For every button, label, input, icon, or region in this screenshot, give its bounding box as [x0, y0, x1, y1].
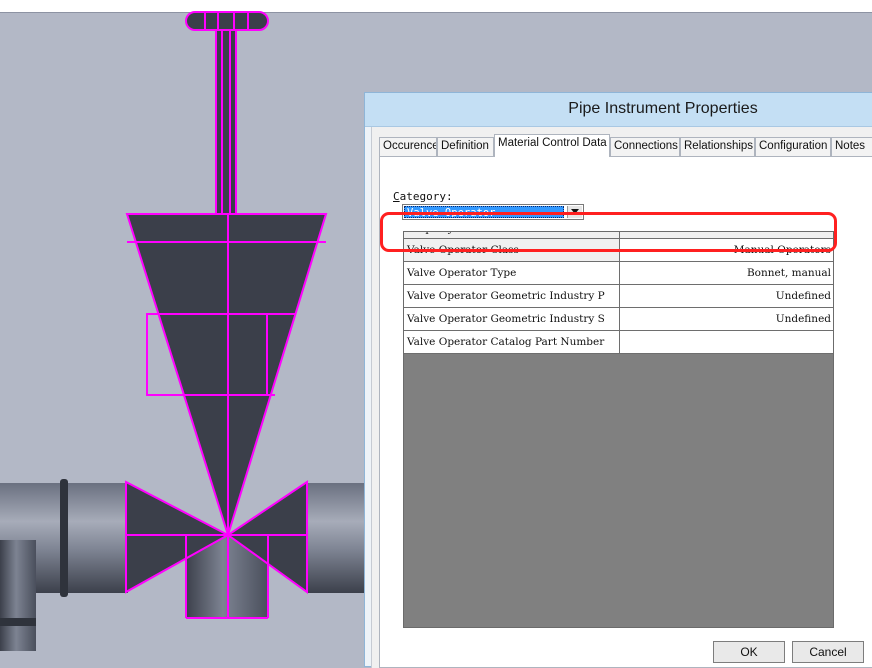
property-value[interactable]: Bonnet, manual [619, 262, 833, 284]
pipe-instrument-properties-dialog: Pipe Instrument Properties Occurence Def… [364, 92, 872, 668]
property-value[interactable]: Undefined [619, 285, 833, 307]
dropdown-arrow-icon[interactable] [567, 206, 582, 218]
left-pipe-flange [60, 479, 68, 597]
tab-definition[interactable]: Definition [437, 137, 494, 156]
property-value[interactable]: Manual Operators [619, 239, 833, 261]
dialog-client-area: Occurence Definition Material Control Da… [371, 127, 872, 668]
tab-notes[interactable]: Notes [831, 137, 872, 156]
left-elbow [0, 540, 36, 651]
category-label: Category: [393, 190, 453, 203]
table-row[interactable]: Valve Operator Geometric Industry S Unde… [404, 308, 833, 331]
tab-material-control-data[interactable]: Material Control Data [494, 134, 610, 157]
property-name: Valve Operator Geometric Industry P [407, 290, 605, 302]
table-row[interactable]: Valve Operator Class Manual Operators [404, 239, 833, 262]
dialog-title: Pipe Instrument Properties [568, 100, 758, 117]
property-name: Valve Operator Geometric Industry S [407, 313, 605, 325]
table-row[interactable]: Valve Operator Catalog Part Number [404, 331, 833, 354]
tab-connections[interactable]: Connections [610, 137, 680, 156]
tab-configuration[interactable]: Configuration [755, 137, 831, 156]
cancel-button[interactable]: Cancel [792, 641, 864, 663]
property-name: Valve Operator Catalog Part Number [407, 336, 605, 348]
property-name: Valve Operator Class [407, 244, 519, 256]
material-control-data-page: Category: Valve Operator Property Value … [379, 156, 872, 668]
elbow-ring [0, 618, 36, 626]
tab-strip: Occurence Definition Material Control Da… [379, 134, 872, 157]
tab-relationships[interactable]: Relationships [680, 137, 755, 156]
category-dropdown[interactable]: Valve Operator [402, 204, 584, 220]
property-grid: Property Value Valve Operator Class Manu… [403, 231, 834, 628]
category-selected-value: Valve Operator [404, 206, 564, 218]
valve-stem [216, 26, 236, 214]
property-name: Valve Operator Type [407, 267, 517, 279]
grid-header-row: Property Value [404, 232, 833, 240]
property-value[interactable] [619, 331, 833, 353]
property-value[interactable]: Undefined [619, 308, 833, 330]
right-pipe [308, 483, 364, 593]
dialog-titlebar[interactable]: Pipe Instrument Properties [365, 93, 872, 127]
ok-button[interactable]: OK [713, 641, 785, 663]
table-row[interactable]: Valve Operator Geometric Industry P Unde… [404, 285, 833, 308]
table-row[interactable]: Valve Operator Type Bonnet, manual [404, 262, 833, 285]
tab-occurence[interactable]: Occurence [379, 137, 437, 156]
